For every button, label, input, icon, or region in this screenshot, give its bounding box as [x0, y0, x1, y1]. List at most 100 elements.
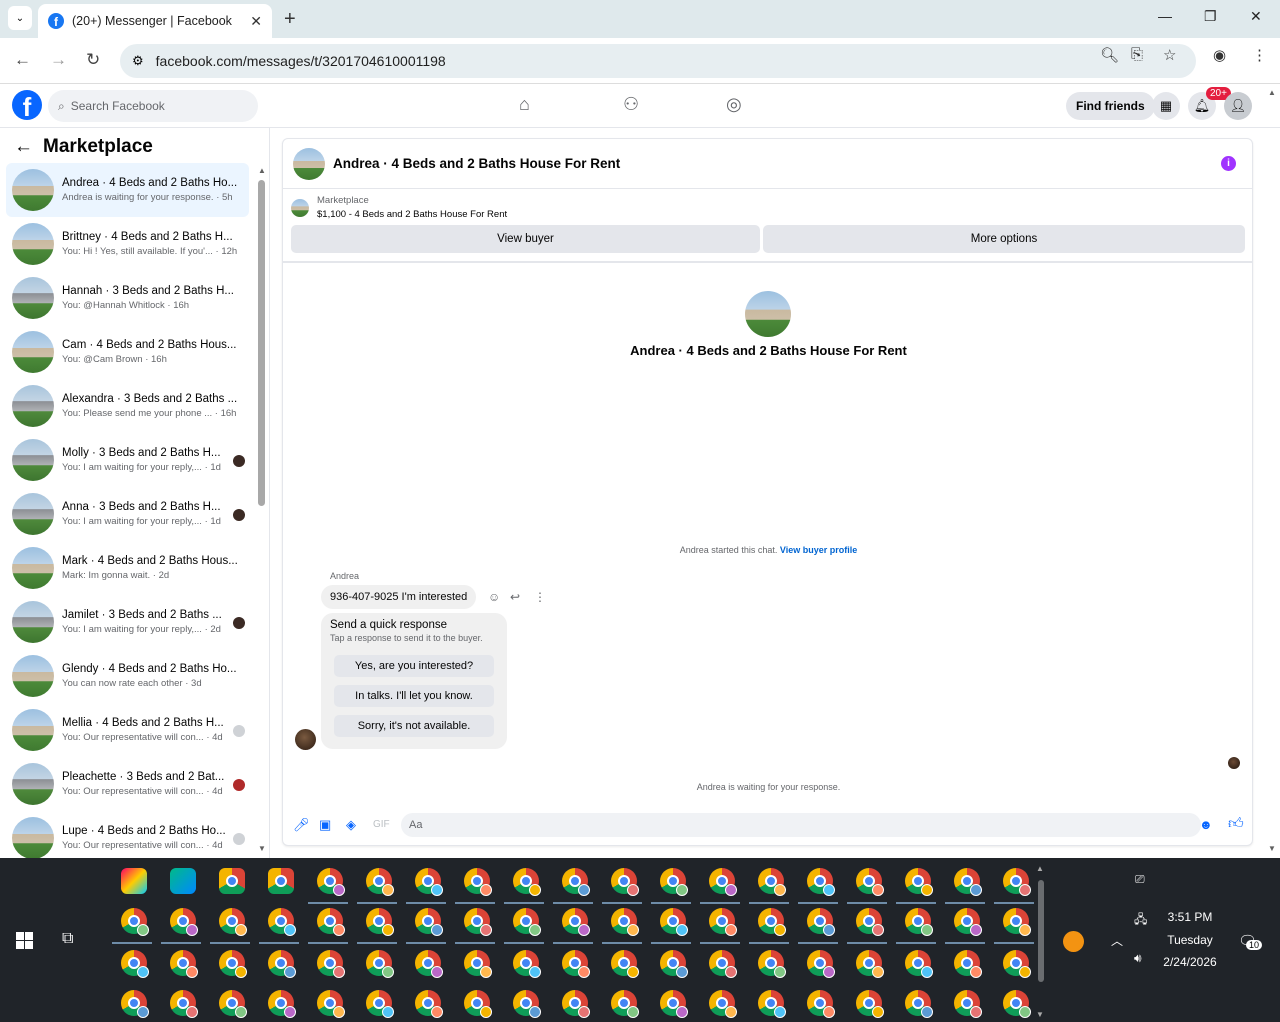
meet-now-icon[interactable]: ⎚	[1135, 872, 1145, 887]
chrome-profile-icon[interactable]	[317, 990, 345, 1018]
chrome-profile-icon[interactable]	[366, 908, 394, 936]
volume-icon[interactable]: 🔊︎	[1134, 951, 1142, 966]
chrome-profile-icon[interactable]	[415, 990, 443, 1018]
chat-title[interactable]: Andrea · 4 Beds and 2 Baths House For Re…	[333, 156, 620, 171]
sidebar-scrollbar[interactable]	[258, 180, 265, 506]
account-avatar[interactable]: 👤︎	[1224, 92, 1252, 120]
more-options-button[interactable]: More options	[763, 225, 1245, 253]
chrome-profile-icon[interactable]	[415, 868, 443, 896]
chrome-profile-icon[interactable]	[709, 868, 737, 896]
chrome-profile-icon[interactable]	[905, 950, 933, 978]
chrome-profile-icon[interactable]	[513, 950, 541, 978]
quick-reply-in-talks-button[interactable]: In talks. I'll let you know.	[334, 685, 494, 707]
home-icon[interactable]: ⌂	[519, 94, 530, 115]
chrome-profile-icon[interactable]	[219, 950, 247, 978]
menu-grid-icon[interactable]: ▦	[1152, 92, 1180, 120]
edge-browser-icon[interactable]	[170, 868, 196, 894]
find-friends-button[interactable]: Find friends	[1066, 92, 1155, 120]
network-icon[interactable]: 🖧︎	[1134, 910, 1147, 931]
reload-icon[interactable]: ↻	[86, 50, 100, 70]
chrome-profile-icon[interactable]	[807, 908, 835, 936]
chrome-profile-icon[interactable]	[758, 990, 786, 1018]
chrome-icon[interactable]	[219, 868, 245, 894]
photo-icon[interactable]: ▣	[319, 817, 331, 833]
chrome-profile-icon[interactable]	[611, 868, 639, 896]
taskbar-scroll-thumb[interactable]	[1038, 880, 1044, 982]
new-tab-icon[interactable]: +	[284, 8, 296, 31]
taskbar-scroll-up-icon[interactable]: ▲	[1036, 864, 1044, 873]
conversation-item[interactable]: Andrea · 4 Beds and 2 Baths Ho... Andrea …	[6, 163, 249, 217]
copilot-icon[interactable]	[121, 868, 147, 894]
clock-day[interactable]: Tuesday	[1150, 933, 1230, 947]
chrome-profile-icon[interactable]	[611, 990, 639, 1018]
back-arrow-icon[interactable]: ←	[14, 136, 33, 158]
back-icon[interactable]: ←	[14, 50, 31, 70]
chrome-profile-icon[interactable]	[660, 868, 688, 896]
chrome-profile-icon[interactable]	[562, 868, 590, 896]
chrome-profile-icon[interactable]	[415, 908, 443, 936]
chrome-profile-icon[interactable]	[856, 868, 884, 896]
chrome-profile-icon[interactable]	[317, 868, 345, 896]
quick-reply-not-available-button[interactable]: Sorry, it's not available.	[334, 715, 494, 737]
chrome-profile-icon[interactable]	[660, 950, 688, 978]
chrome-profile-icon[interactable]	[954, 908, 982, 936]
install-app-icon[interactable]: ⎘	[1131, 46, 1143, 63]
chrome-profile-icon[interactable]	[121, 908, 149, 936]
chrome-profile-icon[interactable]	[709, 990, 737, 1018]
chrome-profile-icon[interactable]	[709, 950, 737, 978]
chrome-profile-icon[interactable]	[807, 990, 835, 1018]
chrome-profile-icon[interactable]	[366, 990, 394, 1018]
chrome-profile-icon[interactable]	[219, 990, 247, 1018]
windows-start-icon[interactable]	[16, 932, 33, 949]
facebook-logo-icon[interactable]: f	[12, 90, 42, 120]
chrome-profile-icon[interactable]	[366, 868, 394, 896]
chrome-profile-icon[interactable]	[317, 950, 345, 978]
show-hidden-icons-icon[interactable]: ︿	[1111, 932, 1123, 949]
emoji-icon[interactable]: ☻	[1199, 817, 1213, 832]
message-bubble[interactable]: 936-407-9025 I'm interested	[321, 585, 477, 609]
chrome-profile-icon[interactable]	[905, 868, 933, 896]
close-window-icon[interactable]: ✕	[1250, 8, 1262, 25]
zoom-icon[interactable]: 🔍︎	[1100, 46, 1119, 64]
chrome-profile-icon[interactable]	[807, 950, 835, 978]
conversation-item[interactable]: Cam · 4 Beds and 2 Baths Hous... You: @Ca…	[6, 325, 249, 379]
chrome-profile-icon[interactable]	[219, 908, 247, 936]
sticker-icon[interactable]: ◈	[346, 817, 356, 833]
minimize-icon[interactable]: —	[1158, 8, 1172, 24]
chrome-icon[interactable]	[268, 868, 294, 894]
friends-icon[interactable]: ⚇	[623, 94, 639, 115]
taskbar-scroll-down-icon[interactable]: ▼	[1036, 1010, 1044, 1019]
scroll-up-icon[interactable]: ▲	[258, 166, 266, 175]
more-actions-icon[interactable]: ⋮	[534, 590, 546, 604]
browser-tab[interactable]: f (20+) Messenger | Facebook ✕	[38, 4, 272, 38]
chrome-profile-icon[interactable]	[170, 908, 198, 936]
conversation-item[interactable]: Alexandra · 3 Beds and 2 Baths ... You: P…	[6, 379, 249, 433]
conversation-item[interactable]: Mellia · 4 Beds and 2 Baths H... You: Our…	[6, 703, 249, 757]
chrome-profile-icon[interactable]	[1003, 908, 1031, 936]
microphone-icon[interactable]: 🎤︎	[293, 817, 310, 833]
chrome-profile-icon[interactable]	[415, 950, 443, 978]
chrome-profile-icon[interactable]	[905, 990, 933, 1018]
chrome-profile-icon[interactable]	[562, 950, 590, 978]
sender-avatar[interactable]	[295, 729, 316, 750]
chrome-profile-icon[interactable]	[758, 950, 786, 978]
conversation-item[interactable]: Brittney · 4 Beds and 2 Baths H... You: H…	[6, 217, 249, 271]
chrome-profile-icon[interactable]	[807, 868, 835, 896]
chrome-profile-icon[interactable]	[1003, 950, 1031, 978]
chrome-profile-icon[interactable]	[660, 908, 688, 936]
chrome-profile-icon[interactable]	[170, 950, 198, 978]
chrome-profile-icon[interactable]	[464, 950, 492, 978]
chrome-profile-icon[interactable]	[464, 868, 492, 896]
bookmark-star-icon[interactable]: ☆	[1163, 46, 1176, 64]
chrome-profile-icon[interactable]	[954, 868, 982, 896]
page-scroll-up-icon[interactable]: ▲	[1268, 88, 1276, 97]
tab-search-chevron-icon[interactable]: ⌄	[8, 6, 32, 30]
chrome-profile-icon[interactable]	[513, 990, 541, 1018]
chrome-profile-icon[interactable]	[366, 950, 394, 978]
chrome-profile-icon[interactable]	[513, 908, 541, 936]
conversation-item[interactable]: Molly · 3 Beds and 2 Baths H... You: I am…	[6, 433, 249, 487]
facebook-search-input[interactable]: ⌕ Search Facebook	[48, 90, 258, 122]
scroll-down-icon[interactable]: ▼	[258, 844, 266, 853]
like-thumb-icon[interactable]: 👍︎	[1228, 815, 1244, 833]
chrome-profile-icon[interactable]	[317, 908, 345, 936]
